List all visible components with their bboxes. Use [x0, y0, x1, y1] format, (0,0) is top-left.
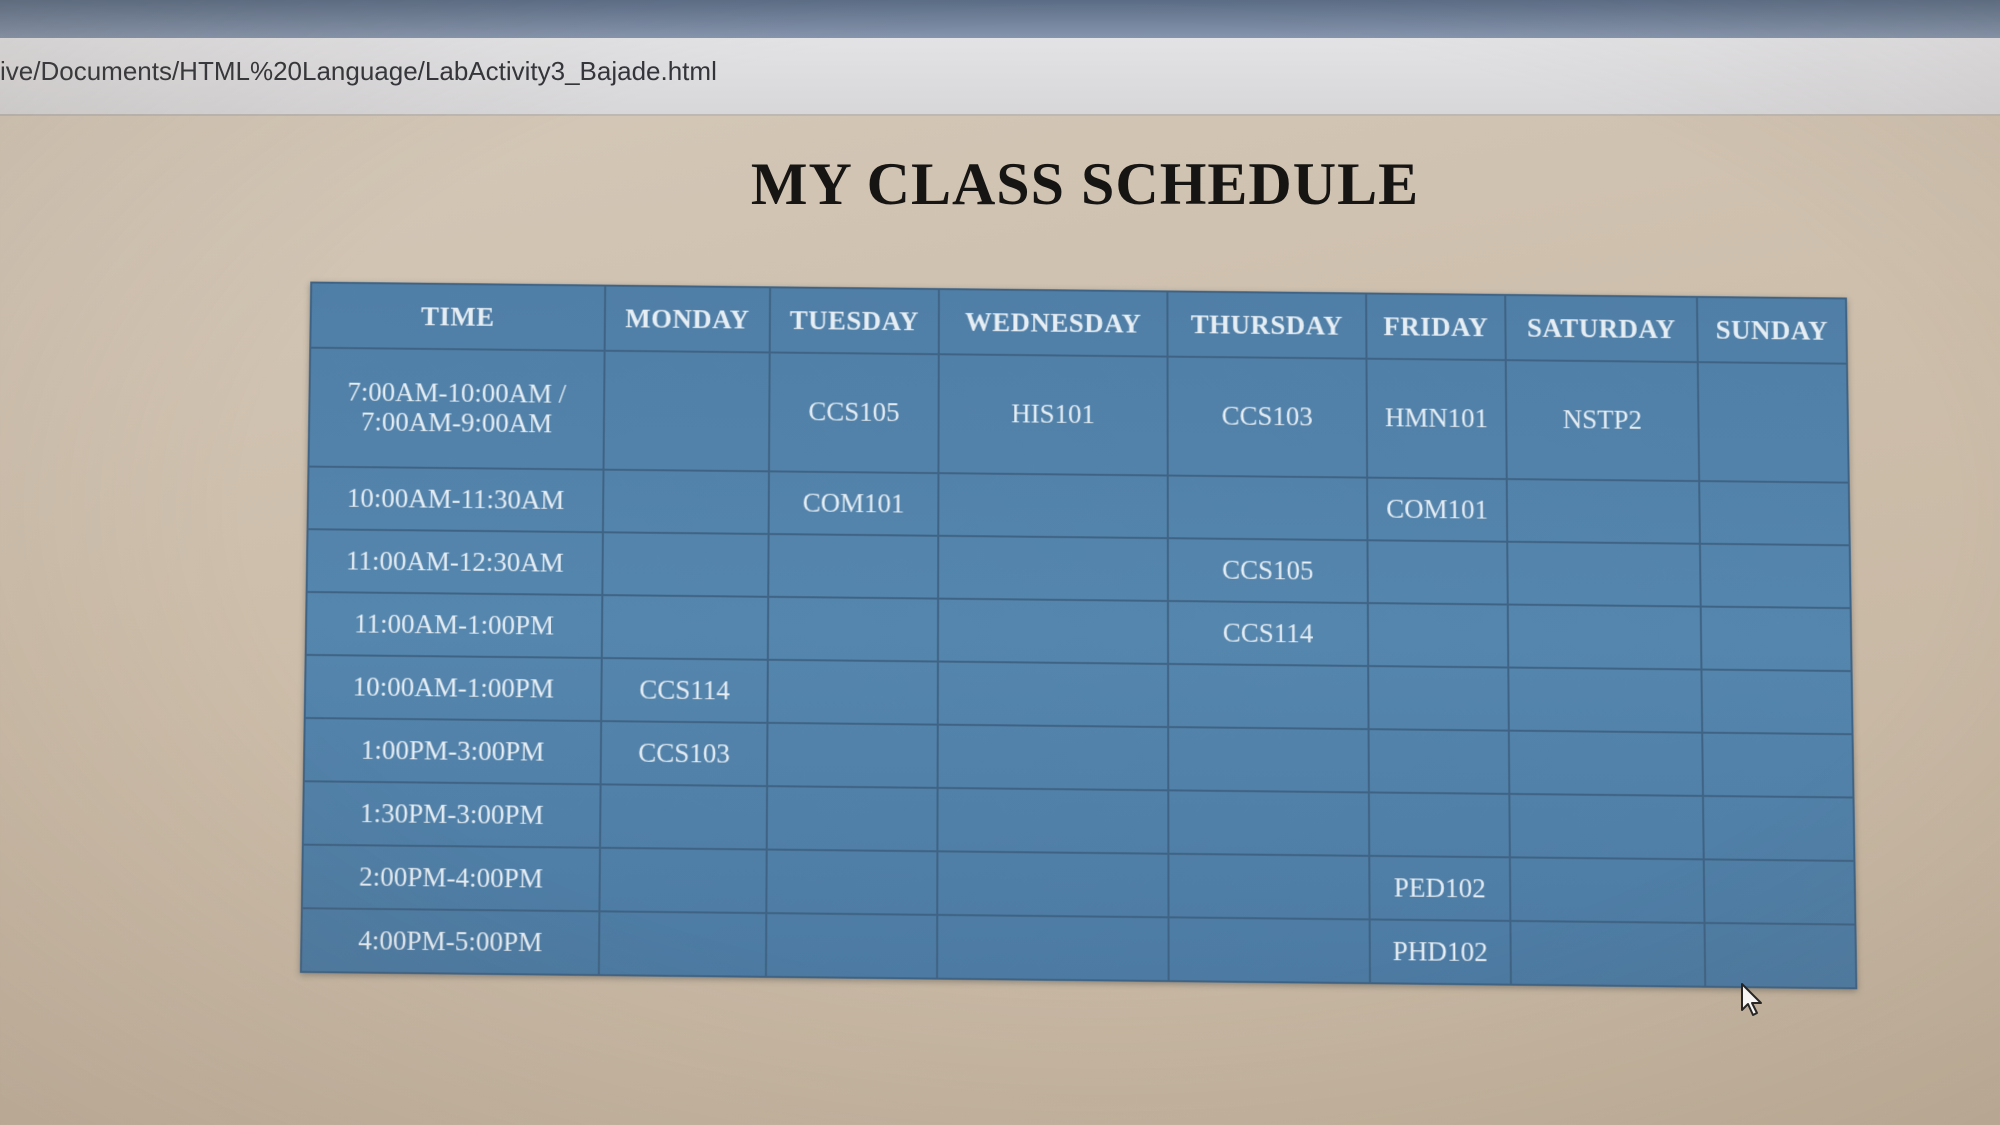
header-friday: FRIDAY [1366, 293, 1506, 361]
schedule-cell: CCS103 [600, 721, 768, 787]
schedule-cell [1699, 481, 1850, 546]
schedule-cell: NSTP2 [1505, 360, 1700, 482]
schedule-cell [1168, 663, 1369, 730]
schedule-cell [1168, 727, 1369, 793]
schedule-cell [1507, 604, 1702, 670]
schedule-cell [766, 786, 938, 852]
header-sunday: SUNDAY [1696, 296, 1847, 364]
header-thursday: THURSDAY [1167, 291, 1367, 359]
schedule-cell [938, 473, 1168, 539]
time-slot-cell: 4:00PM-5:00PM [300, 908, 600, 976]
schedule-cell [1701, 669, 1853, 735]
schedule-cell [598, 911, 767, 977]
schedule-cell: COM101 [1367, 477, 1508, 542]
browser-top-strip [0, 0, 2000, 38]
header-wednesday: WEDNESDAY [938, 289, 1168, 357]
time-slot-cell: 1:00PM-3:00PM [303, 717, 602, 785]
schedule-cell: COM101 [768, 471, 939, 536]
table-row: 7:00AM-10:00AM / 7:00AM-9:00AM CCS105 HIS1… [308, 347, 1849, 483]
schedule-cell [1168, 853, 1370, 920]
schedule-cell: CCS105 [1167, 538, 1368, 604]
time-slot-cell: 2:00PM-4:00PM [301, 844, 601, 912]
header-tuesday: TUESDAY [769, 287, 939, 355]
schedule-cell [1168, 917, 1370, 984]
page-title: MY CLASS SCHEDULE [750, 151, 1420, 217]
schedule-cell [1699, 543, 1851, 609]
schedule-cell [937, 914, 1169, 982]
schedule-cell [768, 533, 939, 599]
schedule-cell [600, 784, 768, 850]
schedule-cell [1167, 475, 1368, 541]
schedule-cell [767, 596, 939, 662]
schedule-cell [1704, 922, 1857, 989]
schedule-cell [1702, 732, 1854, 798]
schedule-cell: CCS114 [601, 658, 768, 723]
schedule-cell [766, 849, 938, 915]
mouse-pointer-icon [1741, 983, 1762, 1016]
schedule-cell: CCS103 [1167, 356, 1368, 478]
schedule-cell [1367, 540, 1508, 605]
schedule-cell [765, 913, 938, 979]
schedule-cell [1508, 730, 1703, 796]
schedule-cell [602, 532, 769, 597]
schedule-cell: PED102 [1369, 855, 1511, 921]
schedule-cell: PHD102 [1369, 919, 1511, 985]
schedule-cell [601, 595, 769, 660]
schedule-cell [937, 598, 1169, 664]
schedule-cell [603, 350, 770, 472]
schedule-cell [1703, 859, 1856, 925]
schedule-cell [1368, 792, 1510, 858]
schedule-cell [1507, 541, 1701, 607]
schedule-table: TIME MONDAY TUESDAY WEDNESDAY THURSDAY F… [299, 281, 1858, 990]
schedule-cell: HMN101 [1366, 358, 1507, 480]
schedule-cell [599, 847, 767, 914]
schedule-cell [937, 851, 1169, 918]
schedule-cell: CCS105 [768, 352, 939, 474]
time-slot-cell: 11:00AM-1:00PM [305, 591, 603, 659]
schedule-cell [1168, 790, 1370, 856]
schedule-cell [1702, 795, 1855, 861]
schedule-cell [1368, 666, 1509, 731]
schedule-cell [1368, 729, 1510, 794]
time-slot-cell: 10:00AM-11:30AM [307, 466, 604, 533]
address-bar[interactable]: ive/Documents/HTML%20Language/LabActivit… [0, 38, 2000, 116]
schedule-cell [767, 722, 938, 788]
schedule-cell [767, 659, 938, 725]
time-slot-cell: 11:00AM-12:30AM [306, 529, 603, 596]
schedule-cell [602, 469, 769, 534]
time-slot-cell: 7:00AM-10:00AM / 7:00AM-9:00AM [308, 347, 605, 470]
schedule-cell [1509, 857, 1705, 923]
schedule-cell [1700, 606, 1852, 672]
schedule-cell [1510, 920, 1706, 987]
schedule-cell [1697, 362, 1849, 483]
schedule-cell: CCS114 [1167, 600, 1369, 667]
schedule-cell [937, 787, 1169, 854]
header-monday: MONDAY [604, 285, 771, 353]
header-time: TIME [310, 282, 606, 351]
schedule-cell [1367, 603, 1509, 668]
header-saturday: SATURDAY [1505, 294, 1698, 363]
time-slot-cell: 1:30PM-3:00PM [302, 781, 601, 848]
schedule-cell [1509, 793, 1704, 860]
schedule-cell [938, 535, 1168, 601]
time-slot-cell: 10:00AM-1:00PM [304, 654, 602, 722]
address-url[interactable]: ive/Documents/HTML%20Language/LabActivit… [0, 56, 717, 87]
schedule-cell [1506, 479, 1700, 544]
schedule-cell [1508, 667, 1703, 733]
schedule-cell [937, 661, 1169, 728]
schedule-cell: HIS101 [938, 354, 1168, 476]
schedule-cell [937, 724, 1169, 791]
